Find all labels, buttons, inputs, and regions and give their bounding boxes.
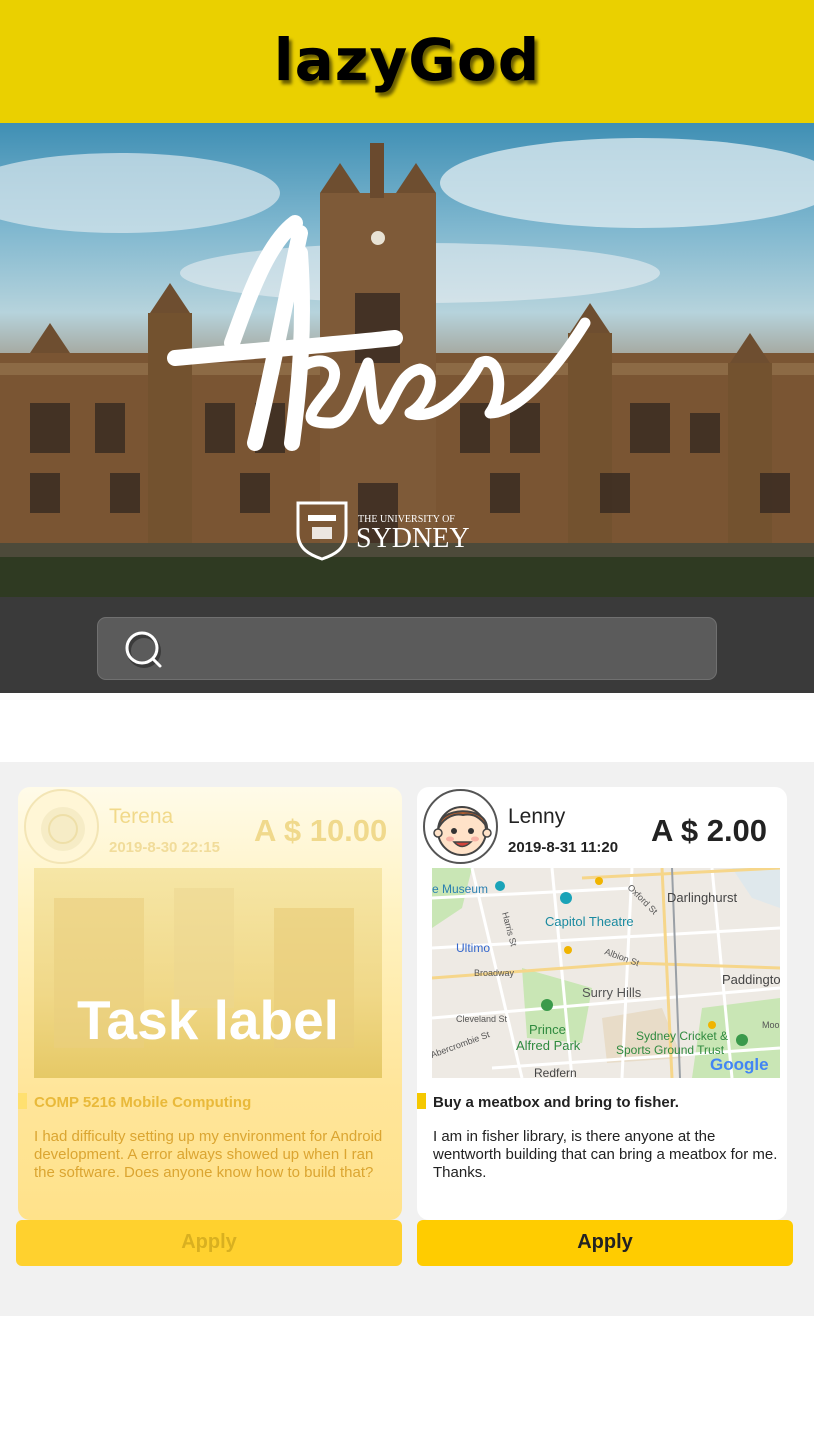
task-user-name: Terena	[109, 805, 174, 828]
map-label: Surry Hills	[582, 985, 642, 1000]
avatar	[423, 789, 498, 864]
user-avatar-icon	[41, 807, 85, 851]
apply-button[interactable]: Apply	[417, 1220, 793, 1266]
map-label: Redfern	[534, 1066, 577, 1078]
boy-face-icon	[433, 806, 492, 856]
map-label: Sydney Cricket &	[636, 1029, 728, 1043]
app-header: lazyGod	[0, 0, 814, 123]
university-line2: SYDNEY	[356, 523, 470, 554]
task-post-time: 2019-8-30 22:15	[109, 839, 220, 856]
map-label: Ultimo	[456, 941, 490, 955]
search-icon[interactable]	[120, 628, 170, 672]
task-post-time: 2019-8-31 11:20	[508, 839, 619, 856]
title-accent-bar	[417, 1093, 426, 1109]
task-description: I am in fisher library, is there anyone …	[433, 1128, 778, 1181]
task-price: A $ 10.00	[254, 813, 388, 848]
map-label: Capitol Theatre	[545, 914, 634, 929]
map-label: Sports Ground Trust	[616, 1043, 725, 1057]
apply-button[interactable]: Apply	[16, 1220, 402, 1266]
map-label: Darlinghurst	[667, 890, 737, 905]
map-label: Cleveland St	[456, 1014, 508, 1024]
task-title: Buy a meatbox and bring to fisher.	[433, 1094, 679, 1111]
search-bar-container	[0, 597, 814, 693]
hero-image: THE UNIVERSITY OF SYDNEY	[0, 138, 814, 597]
task-image: Task label	[34, 868, 382, 1078]
task-card[interactable]: Terena 2019-8-30 22:15 A $ 10.00 Task la…	[18, 787, 402, 1220]
app-title: lazyGod	[273, 25, 541, 94]
search-input[interactable]	[97, 617, 717, 680]
map-label: Harris St	[500, 911, 519, 948]
task-card[interactable]: Lenny 2019-8-31 11:20 A $ 2.00 e Museum …	[417, 787, 787, 1220]
google-logo: Google	[710, 1055, 769, 1074]
task-user-name: Lenny	[508, 805, 566, 828]
task-price: A $ 2.00	[651, 813, 768, 848]
task-list: Terena 2019-8-30 22:15 A $ 10.00 Task la…	[0, 762, 814, 1316]
task-title: COMP 5216 Mobile Computing	[34, 1094, 252, 1111]
task-description: I had difficulty setting up my environme…	[34, 1128, 383, 1181]
hero-banner: THE UNIVERSITY OF SYDNEY	[0, 123, 814, 597]
title-accent-bar	[18, 1093, 27, 1109]
task-image-label: Task label	[77, 989, 339, 1051]
map-label: Prince	[529, 1022, 566, 1037]
map-label: Abercrombie St	[432, 1029, 491, 1060]
map-view[interactable]: e Museum Capitol Theatre Darlinghurst Ox…	[432, 868, 780, 1078]
map-label: Alfred Park	[516, 1038, 581, 1053]
map-label: Broadway	[474, 968, 515, 978]
app-root: lazyGod THE UNIVERSITY OF SYDNEY Terena …	[0, 0, 814, 1446]
map-label: Moo	[762, 1020, 780, 1030]
map-label: Paddingto	[722, 972, 780, 987]
avatar	[24, 789, 99, 864]
map-label: e Museum	[432, 882, 488, 896]
